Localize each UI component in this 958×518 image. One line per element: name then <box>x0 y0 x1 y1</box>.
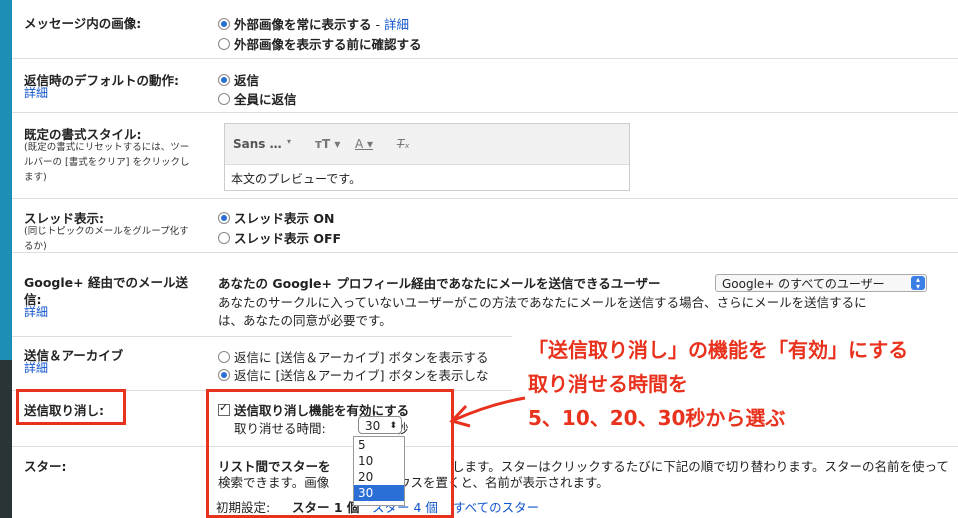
archive-detail-link[interactable]: 詳細 <box>24 361 48 376</box>
radio-icon[interactable] <box>218 232 230 244</box>
dropdown-option[interactable]: 5 <box>354 437 404 453</box>
left-edge-dark <box>0 360 12 518</box>
annotation-line-3: 5、10、20、30秒から選ぶ <box>528 406 786 430</box>
radio-icon[interactable] <box>218 93 230 105</box>
radio-icon[interactable] <box>218 351 230 363</box>
stars-row: スター: リスト間でスターを します。スターはクリックするたびに下記の順で切り替… <box>12 446 958 518</box>
select-arrows-icon: ⬍ <box>389 421 397 431</box>
format-editor[interactable]: Sans … ▾ ᴛT ▾ A ▾ T̶ₓ 本文のプレビューです。 <box>224 123 630 191</box>
left-edge <box>0 0 12 518</box>
dropdown-option[interactable]: 10 <box>354 453 404 469</box>
thread-opt1[interactable]: スレッド表示 ON <box>218 208 334 227</box>
undo-time-dropdown[interactable]: 5 10 20 30 <box>353 436 405 506</box>
radio-icon[interactable] <box>218 38 230 50</box>
images-opt1[interactable]: 外部画像を常に表示する - 詳細 <box>218 14 409 33</box>
images-label: メッセージ内の画像: <box>24 16 142 31</box>
dropdown-option-selected[interactable]: 30 <box>354 485 404 501</box>
settings-panel: メッセージ内の画像: 外部画像を常に表示する - 詳細 外部画像を表示する前に確… <box>12 0 958 518</box>
format-toolbar: Sans … ▾ ᴛT ▾ A ▾ T̶ₓ <box>225 124 629 165</box>
annotation-line-2: 取り消せる時間を <box>528 372 688 396</box>
clear-format-icon[interactable]: T̶ₓ <box>397 137 410 151</box>
reply-detail-link[interactable]: 詳細 <box>24 86 48 101</box>
radio-icon[interactable] <box>218 18 230 30</box>
undo-label-highlight <box>16 389 126 425</box>
images-row: メッセージ内の画像: 外部画像を常に表示する - 詳細 外部画像を表示する前に確… <box>12 0 958 59</box>
stars-label: スター: <box>24 459 67 474</box>
reply-opt2[interactable]: 全員に返信 <box>218 89 297 108</box>
thread-row: スレッド表示: (同じトピックのメールをグループ化するか) スレッド表示 ON … <box>12 198 958 253</box>
reply-row: 返信時のデフォルトの動作: 詳細 返信 全員に返信 <box>12 58 958 113</box>
undo-time-select[interactable]: 30 ⬍ <box>358 416 402 434</box>
thread-opt2[interactable]: スレッド表示 OFF <box>218 228 341 247</box>
annotation-box: 「送信取り消し」の機能を「有効」にする 取り消せる時間を 5、10、20、30秒… <box>512 324 958 434</box>
format-sub: (既定の書式にリセットするには、ツールバーの [書式をクリア] をクリックします… <box>24 142 190 183</box>
gplus-detail-link[interactable]: 詳細 <box>24 305 48 320</box>
annotation-line-1: 「送信取り消し」の機能を「有効」にする <box>528 338 909 362</box>
font-select[interactable]: Sans … <box>233 137 282 151</box>
chevron-down-icon: ▾ <box>287 137 292 146</box>
radio-icon[interactable] <box>218 369 230 381</box>
archive-opt1[interactable]: 返信に [送信＆アーカイブ] ボタンを表示する <box>218 347 488 366</box>
gplus-label-1: Google+ 経由でのメール送 <box>24 275 188 290</box>
annotation-arrow-icon <box>449 396 526 428</box>
gplus-text-3: は、あなたの同意が必要です。 <box>218 313 392 328</box>
thread-sub: (同じトピックのメールをグループ化するか) <box>24 226 189 252</box>
dropdown-option[interactable]: 20 <box>354 469 404 485</box>
gplus-select[interactable]: Google+ のすべてのユーザー ▴ ▾ <box>715 274 927 292</box>
radio-icon[interactable] <box>218 212 230 224</box>
images-opt2[interactable]: 外部画像を表示する前に確認する <box>218 34 422 53</box>
archive-opt2[interactable]: 返信に [送信＆アーカイブ] ボタンを表示しな <box>218 365 488 384</box>
reply-opt1[interactable]: 返信 <box>218 70 259 89</box>
undo-option-highlight <box>206 389 454 518</box>
text-size-icon[interactable]: ᴛT ▾ <box>315 137 340 151</box>
format-preview: 本文のプレビューです。 <box>231 172 362 186</box>
gplus-text-2: あなたのサークルに入っていないユーザーがこの方法であなたにメールを送信する場合、… <box>218 295 867 310</box>
text-color-icon[interactable]: A ▾ <box>355 137 373 151</box>
gplus-text-1: あなたの Google+ プロフィール経由であなたにメールを送信できるユーザー <box>218 276 661 291</box>
select-arrows-icon: ▴ ▾ <box>911 276 925 291</box>
stars-option-all[interactable]: すべてのスター <box>453 497 539 516</box>
radio-icon[interactable] <box>218 74 230 86</box>
images-detail-link[interactable]: 詳細 <box>384 17 409 32</box>
